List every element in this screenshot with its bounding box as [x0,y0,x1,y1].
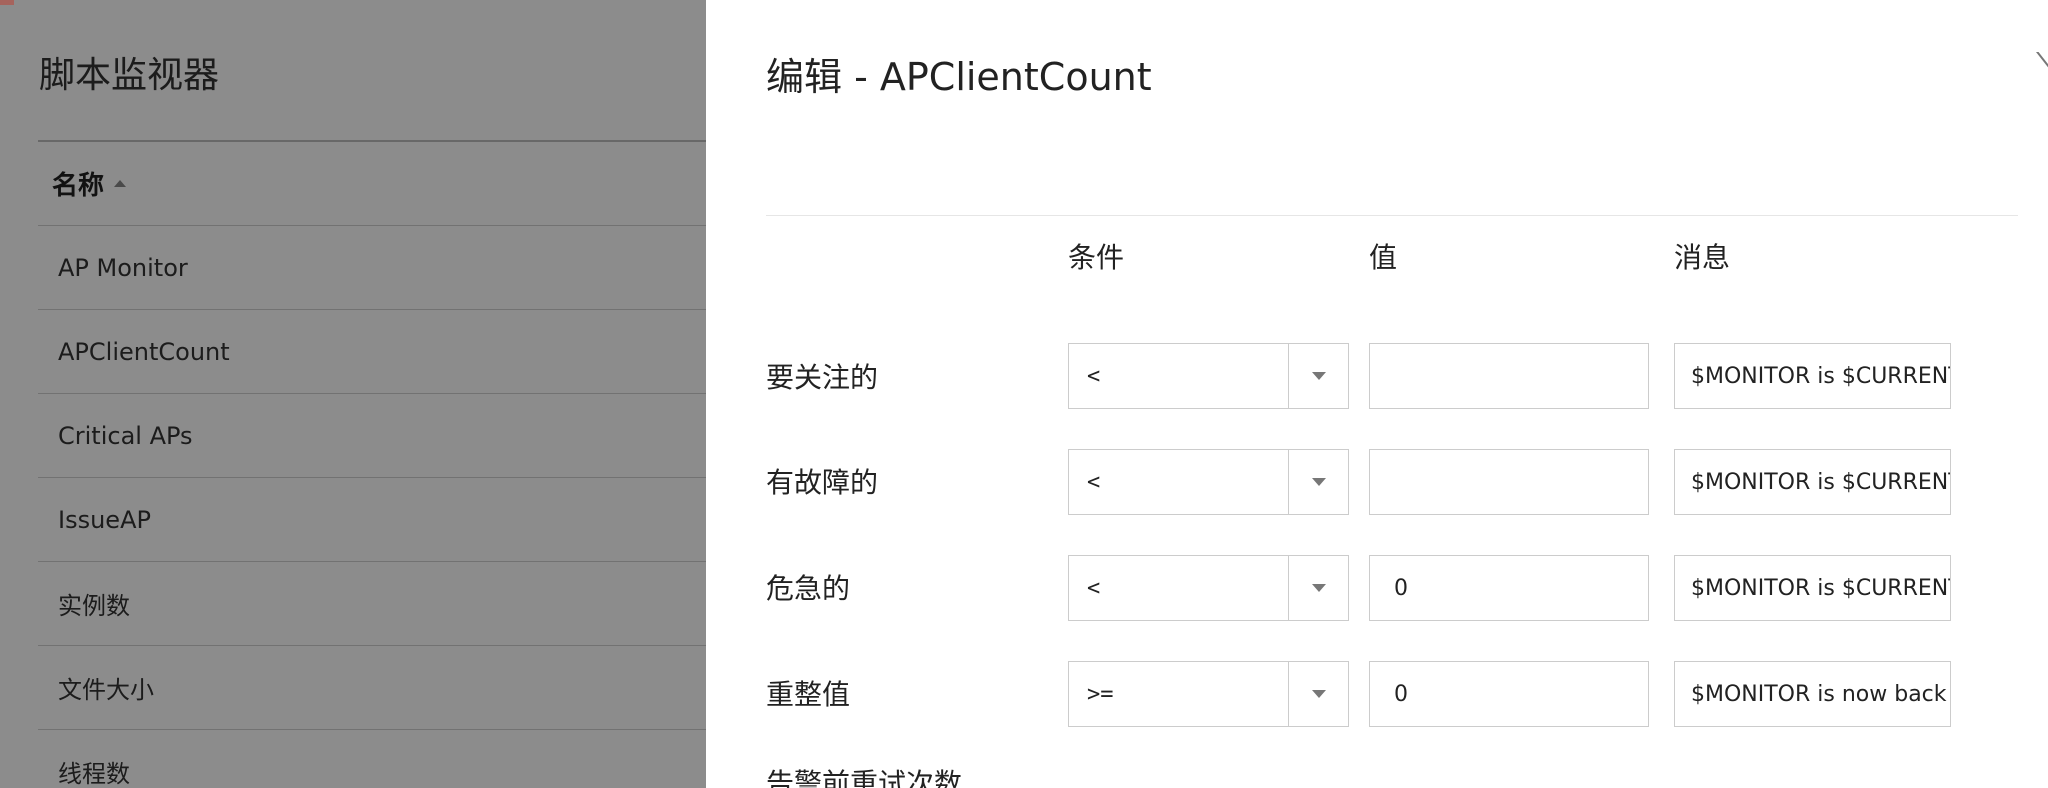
threshold-label-clear: 重整值 [766,678,851,711]
chevron-down-icon[interactable] [1288,344,1348,408]
chevron-down-icon[interactable] [1288,450,1348,514]
threshold-label-trouble: 有故障的 [766,466,879,499]
message-input-critical[interactable] [1674,555,1951,621]
chevron-down-icon[interactable] [1288,662,1348,726]
retry-count-label: 告警前重试次数 [766,767,963,788]
message-input-trouble[interactable] [1674,449,1951,515]
condition-select-attention[interactable]: < [1068,343,1349,409]
condition-select-clear[interactable]: >= [1068,661,1349,727]
condition-select-value: < [1087,363,1101,389]
condition-select-value: < [1087,575,1101,601]
condition-select-trouble[interactable]: < [1068,449,1349,515]
threshold-label-attention: 要关注的 [766,361,879,394]
edit-panel: 编辑 - APClientCount 条件 值 消息 要关注的 < 有故障的 <… [706,0,2048,788]
condition-select-critical[interactable]: < [1068,555,1349,621]
column-header-value: 值 [1369,241,1398,274]
threshold-label-critical: 危急的 [766,572,851,605]
message-input-attention[interactable] [1674,343,1951,409]
condition-select-value: < [1087,469,1101,495]
condition-select-value: >= [1087,681,1114,707]
column-header-condition: 条件 [1068,241,1125,274]
value-input-critical[interactable] [1369,555,1649,621]
divider [766,215,2018,216]
message-input-clear[interactable] [1674,661,1951,727]
value-input-attention[interactable] [1369,343,1649,409]
value-input-clear[interactable] [1369,661,1649,727]
panel-title: 编辑 - APClientCount [766,55,1152,99]
column-header-message: 消息 [1674,241,1731,274]
close-icon[interactable] [2026,52,2048,92]
chevron-down-icon[interactable] [1288,556,1348,620]
value-input-trouble[interactable] [1369,449,1649,515]
corner-marker [0,0,14,5]
